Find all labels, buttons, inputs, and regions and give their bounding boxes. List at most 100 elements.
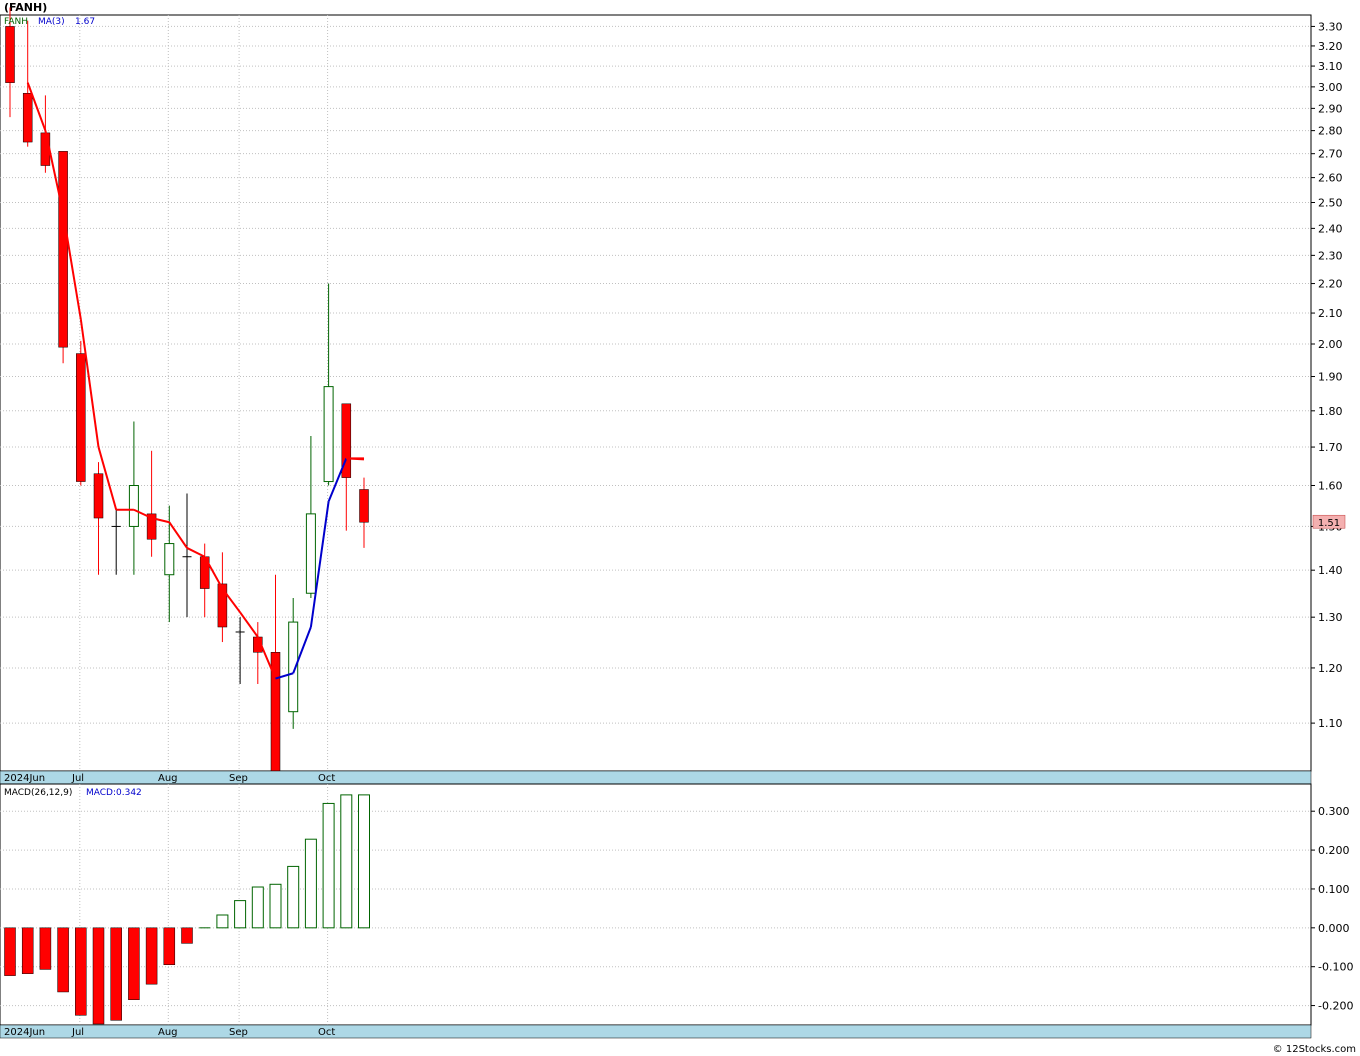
macd-bar xyxy=(322,802,335,929)
price-x-axis-bar xyxy=(0,770,1312,785)
candle-body xyxy=(305,513,316,594)
price-tick-label: 2.60 xyxy=(1318,172,1343,185)
macd-tick-label: -0.100 xyxy=(1318,961,1353,974)
macd-bar xyxy=(4,927,16,976)
candle xyxy=(58,151,68,364)
price-x-label: 2024Jun xyxy=(4,773,45,784)
macd-bar xyxy=(21,927,34,974)
price-tick-label: 1.80 xyxy=(1318,405,1343,418)
candle-body xyxy=(22,92,33,143)
macd-x-label: Aug xyxy=(158,1027,178,1038)
footer-copyright: © 12Stocks.com xyxy=(1273,1044,1356,1055)
candle xyxy=(128,421,139,575)
ma-segment xyxy=(186,547,206,558)
candle xyxy=(111,509,121,575)
macd-bar xyxy=(128,927,140,1000)
legend-ma-value: 1.67 xyxy=(75,17,95,27)
candle-body xyxy=(323,386,334,483)
candle xyxy=(217,552,228,643)
candle xyxy=(235,617,245,684)
macd-panel-frame xyxy=(0,783,1312,1026)
price-tick-label: 3.20 xyxy=(1318,40,1343,53)
macd-x-label: 2024Jun xyxy=(4,1027,45,1038)
macd-tick-label: 0.200 xyxy=(1318,844,1350,857)
candle xyxy=(323,283,334,486)
macd-grid xyxy=(0,810,1311,1007)
candle-body xyxy=(5,26,15,83)
macd-bar xyxy=(92,927,105,1025)
legend-ma-label: MA(3) xyxy=(38,17,65,27)
price-tick-label: 1.20 xyxy=(1318,662,1343,675)
price-tick-label: 1.90 xyxy=(1318,371,1343,384)
macd-bar xyxy=(163,927,176,965)
ma-segment xyxy=(239,611,259,638)
macd-tick-label: 0.100 xyxy=(1318,883,1350,896)
price-tick-label: 2.50 xyxy=(1318,196,1343,209)
macd-y-axis: 0.300 0.200 0.100 0.000 -0.100 -0.200 xyxy=(1311,805,1353,1013)
candle-body xyxy=(359,489,369,523)
candle-body xyxy=(164,543,175,576)
macd-tick-label: -0.200 xyxy=(1318,1000,1353,1013)
price-tick-label: 3.00 xyxy=(1318,81,1343,94)
macd-bar xyxy=(358,794,370,929)
price-grid xyxy=(0,25,1311,724)
macd-bar xyxy=(340,794,353,929)
legend-symbol: FANH xyxy=(4,17,28,27)
candle-body xyxy=(128,485,139,527)
macd-x-label: Sep xyxy=(229,1027,248,1038)
price-tick-label: 2.30 xyxy=(1318,249,1343,262)
price-tick-label: 2.00 xyxy=(1318,338,1343,351)
price-tick-label: 2.80 xyxy=(1318,125,1343,138)
price-tick-label: 1.40 xyxy=(1318,564,1343,577)
candle xyxy=(182,493,192,618)
macd-x-axis-bar xyxy=(0,1024,1312,1039)
candle-body xyxy=(217,583,228,628)
candles xyxy=(5,7,369,772)
macd-tick-label: 0.000 xyxy=(1318,922,1350,935)
stock-chart: (FANH) 3.303.203.103.002.902.802.702.602… xyxy=(0,1,1356,1055)
price-x-label: Jul xyxy=(71,773,84,784)
candle xyxy=(359,477,369,548)
ma-segment xyxy=(346,457,365,461)
macd-bar xyxy=(216,914,229,929)
price-panel-frame xyxy=(0,14,1312,772)
macd-x-label: Jul xyxy=(71,1027,84,1038)
candle xyxy=(93,462,104,575)
macd-bar xyxy=(269,883,282,929)
price-tick-label: 2.90 xyxy=(1318,102,1343,115)
price-tick-label: 1.70 xyxy=(1318,441,1343,454)
macd-bar xyxy=(39,927,52,970)
macd-bar xyxy=(304,838,317,929)
macd-legend-label: MACD(26,12,9) xyxy=(4,788,72,798)
price-tick-label: 1.10 xyxy=(1318,717,1343,730)
macd-bar xyxy=(181,927,193,944)
macd-bar xyxy=(110,927,122,1021)
price-x-label: Aug xyxy=(158,773,178,784)
candle xyxy=(76,340,86,486)
price-tick-label: 2.70 xyxy=(1318,148,1343,161)
price-tick-label: 2.10 xyxy=(1318,307,1343,320)
macd-legend-value: MACD:0.342 xyxy=(86,788,142,798)
candle-body xyxy=(93,473,104,519)
macd-bars xyxy=(4,794,370,1025)
macd-bar xyxy=(57,927,69,993)
price-tick-label: 3.30 xyxy=(1318,20,1343,33)
macd-bar xyxy=(287,865,300,929)
price-tick-label: 2.20 xyxy=(1318,278,1343,291)
price-tick-label: 1.60 xyxy=(1318,480,1343,493)
price-tick-label: 2.40 xyxy=(1318,222,1343,235)
candle xyxy=(305,435,316,598)
candle-body xyxy=(58,151,68,348)
price-tick-label: 3.10 xyxy=(1318,60,1343,73)
candle xyxy=(146,450,157,557)
price-tick-label: 1.30 xyxy=(1318,611,1343,624)
price-y-axis: 3.30 3.20 3.10 3.00 2.90 2.80 2.70 2.60 2.50 2.40… xyxy=(1311,20,1343,730)
macd-tick-label: 0.300 xyxy=(1318,805,1350,818)
candle-body xyxy=(76,353,86,482)
macd-bar xyxy=(75,927,87,1016)
macd-bar xyxy=(251,886,264,929)
macd-bar xyxy=(145,927,158,985)
last-price-label: 1.51 xyxy=(1318,518,1340,529)
price-x-label: Sep xyxy=(229,773,248,784)
price-x-label: Oct xyxy=(318,773,335,784)
